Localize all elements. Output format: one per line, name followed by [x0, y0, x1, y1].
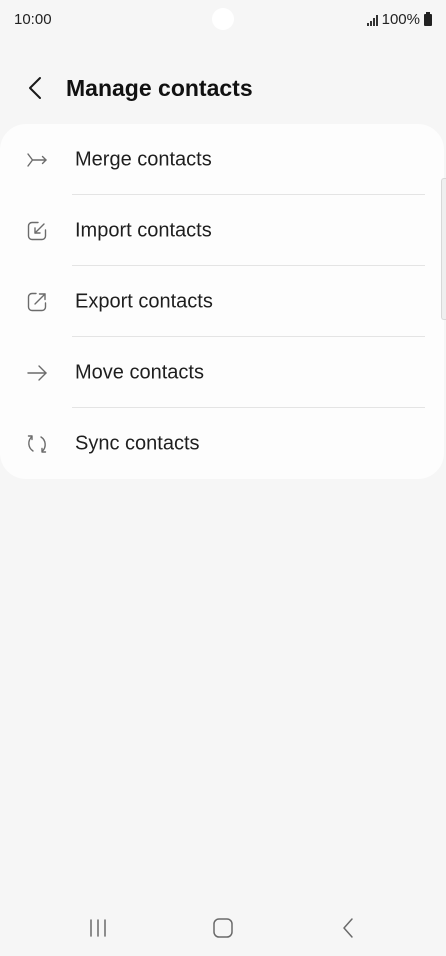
- merge-icon: [27, 152, 47, 167]
- page-title: Manage contacts: [66, 75, 253, 101]
- export-icon: [27, 292, 47, 311]
- chevron-left-icon: [29, 77, 41, 99]
- home-button[interactable]: [203, 910, 243, 946]
- app-header: Manage contacts: [0, 66, 446, 110]
- recents-button[interactable]: [78, 910, 118, 946]
- recents-icon: [90, 919, 106, 937]
- sync-contacts-item[interactable]: Sync contacts: [0, 408, 444, 479]
- move-contacts-label: Move contacts: [75, 361, 204, 383]
- status-time: 10:00: [14, 11, 52, 28]
- battery-percentage: 100%: [381, 11, 420, 28]
- sync-icon: [27, 434, 47, 453]
- signal-icon: [366, 14, 378, 26]
- export-contacts-label: Export contacts: [75, 290, 213, 312]
- merge-contacts-item[interactable]: Merge contacts: [0, 124, 444, 195]
- import-icon: [27, 221, 47, 240]
- back-icon: [343, 918, 353, 938]
- home-icon: [213, 918, 233, 938]
- navigation-bar: [0, 900, 446, 956]
- move-contacts-item[interactable]: Move contacts: [0, 337, 444, 408]
- back-button[interactable]: [20, 72, 52, 104]
- status-bar: 10:00 100%: [0, 0, 446, 40]
- merge-contacts-label: Merge contacts: [75, 148, 212, 170]
- export-contacts-item[interactable]: Export contacts: [0, 266, 444, 337]
- arrow-right-icon: [27, 364, 47, 381]
- battery-icon: [424, 11, 432, 26]
- scroll-handle[interactable]: [441, 178, 446, 320]
- import-contacts-item[interactable]: Import contacts: [0, 195, 444, 266]
- nav-back-button[interactable]: [328, 910, 368, 946]
- camera-cutout: [212, 8, 234, 30]
- manage-contacts-list: Merge contacts Import contacts Export co…: [0, 124, 444, 479]
- import-contacts-label: Import contacts: [75, 219, 212, 241]
- sync-contacts-label: Sync contacts: [75, 432, 200, 454]
- status-indicators: 100%: [366, 11, 432, 28]
